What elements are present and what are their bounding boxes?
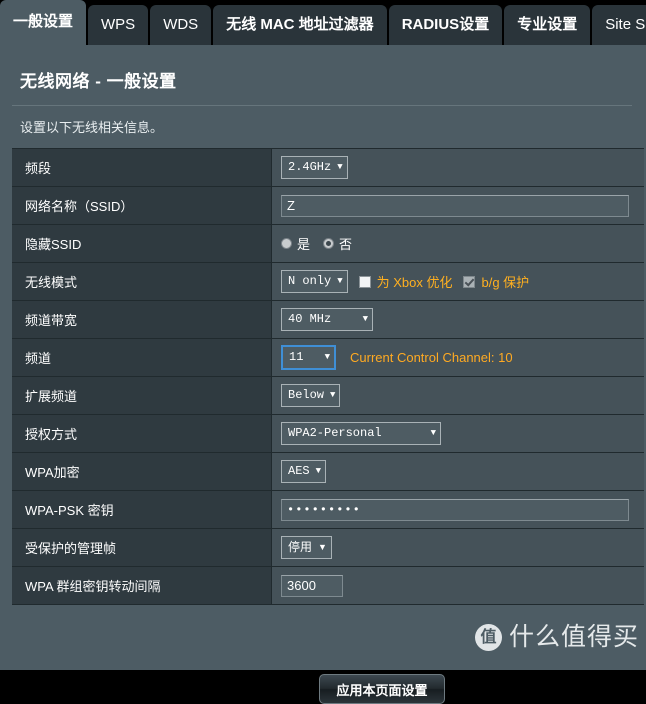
current-control-channel-note: Current Control Channel: 10: [350, 350, 513, 365]
table-row-group-key-interval: WPA 群组密钥转动间隔: [12, 567, 644, 605]
ssid-input[interactable]: [281, 194, 629, 217]
table-row-hide-ssid: 隐藏SSID 是 否: [12, 225, 644, 263]
chevron-down-icon: ▼: [362, 314, 368, 324]
tab-mac-filter[interactable]: 无线 MAC 地址过滤器: [213, 5, 387, 45]
row-label: WPA 群组密钥转动间隔: [12, 567, 272, 604]
hide-ssid-radio-group: 是 否: [281, 234, 360, 253]
watermark-text: 什么值得买: [509, 623, 640, 651]
wpa-encryption-select-value: AES: [288, 464, 310, 478]
hide-ssid-no-label: 否: [339, 237, 353, 252]
channel-select-value: 11: [289, 350, 304, 364]
row-value: 2.4GHz ▼: [272, 149, 644, 186]
chevron-down-icon: ▼: [330, 390, 336, 400]
table-row-auth-method: 授权方式 WPA2-Personal ▼: [12, 415, 644, 453]
table-row-wpa-encryption: WPA加密 AES ▼: [12, 453, 644, 491]
tab-site-survey[interactable]: Site Survey: [592, 5, 646, 45]
bandwidth-select[interactable]: 40 MHz ▼: [281, 308, 373, 331]
auth-method-select[interactable]: WPA2-Personal ▼: [281, 422, 441, 445]
bg-protection-label: b/g 保护: [481, 275, 530, 290]
wpa-psk-input[interactable]: [281, 498, 629, 521]
row-label: 网络名称（SSID）: [12, 187, 272, 224]
smzdm-logo-icon: 值: [475, 624, 502, 651]
tab-label: WPS: [101, 16, 136, 33]
table-row-channel: 频道 11 ▼ Current Control Channel: 10: [12, 339, 644, 377]
tab-bar: 一般设置 WPS WDS 无线 MAC 地址过滤器 RADIUS设置 专业设置 …: [0, 0, 646, 45]
row-value: [272, 567, 644, 604]
page-description: 设置以下无线相关信息。: [20, 120, 164, 135]
bandwidth-select-value: 40 MHz: [288, 312, 332, 326]
settings-table: 频段 2.4GHz ▼ 网络名称（SSID） 隐藏SSID: [12, 148, 644, 605]
tab-professional-settings[interactable]: 专业设置: [504, 5, 591, 45]
row-label: 隐藏SSID: [12, 225, 272, 262]
tab-label: RADIUS设置: [401, 16, 490, 33]
row-value: 11 ▼ Current Control Channel: 10: [272, 339, 644, 376]
table-row-band: 频段 2.4GHz ▼: [12, 149, 644, 187]
row-value: 是 否: [272, 225, 644, 262]
tab-label: 专业设置: [517, 16, 578, 33]
row-label: 频道: [12, 339, 272, 376]
hide-ssid-radio-yes[interactable]: [281, 238, 292, 249]
pmf-select[interactable]: 停用 ▼: [281, 536, 332, 559]
chevron-down-icon: ▼: [430, 428, 436, 438]
table-row-bandwidth: 频道带宽 40 MHz ▼: [12, 301, 644, 339]
tab-wps[interactable]: WPS: [88, 5, 149, 45]
row-value: 停用 ▼: [272, 529, 644, 566]
tab-label: Site Survey: [605, 16, 646, 33]
table-row-extension-channel: 扩展频道 Below ▼: [12, 377, 644, 415]
chevron-down-icon: ▼: [337, 162, 343, 172]
chevron-down-icon: ▼: [315, 466, 322, 476]
tab-radius-settings[interactable]: RADIUS设置: [388, 5, 503, 45]
apply-settings-button[interactable]: 应用本页面设置: [319, 674, 445, 704]
row-value: N only ▼ 为 Xbox 优化 b/g 保护: [272, 263, 644, 300]
bg-protection-checkbox[interactable]: [463, 275, 476, 288]
tab-wds[interactable]: WDS: [150, 5, 212, 45]
row-value: AES ▼: [272, 453, 644, 490]
tab-label: 一般设置: [13, 13, 74, 30]
table-row-wpa-psk: WPA-PSK 密钥: [12, 491, 644, 529]
row-label: 频道带宽: [12, 301, 272, 338]
row-label: 无线模式: [12, 263, 272, 300]
tab-label: 无线 MAC 地址过滤器: [226, 16, 374, 33]
hide-ssid-yes-label: 是: [297, 237, 311, 252]
row-label: 授权方式: [12, 415, 272, 452]
apply-settings-label: 应用本页面设置: [336, 682, 428, 698]
extension-channel-select-value: Below: [288, 388, 325, 402]
tab-label: WDS: [163, 16, 199, 33]
row-label: WPA加密: [12, 453, 272, 490]
row-value: WPA2-Personal ▼: [272, 415, 644, 452]
table-row-ssid: 网络名称（SSID）: [12, 187, 644, 225]
row-value: [272, 491, 644, 528]
extension-channel-select[interactable]: Below ▼: [281, 384, 341, 407]
row-label: 受保护的管理帧: [12, 529, 272, 566]
hide-ssid-radio-no[interactable]: [323, 238, 335, 249]
table-row-protected-management-frames: 受保护的管理帧 停用 ▼: [12, 529, 644, 567]
wireless-mode-select-value: N only: [288, 274, 332, 288]
tab-general-settings[interactable]: 一般设置: [0, 0, 87, 45]
row-label: 扩展频道: [12, 377, 272, 414]
row-label: 频段: [12, 149, 272, 186]
channel-select[interactable]: 11 ▼: [281, 345, 336, 370]
watermark: 值 什么值得买: [475, 624, 639, 651]
wpa-encryption-select[interactable]: AES ▼: [281, 460, 327, 483]
settings-page: 无线网络 - 一般设置 设置以下无线相关信息。 频段 2.4GHz ▼ 网络名称…: [0, 45, 646, 704]
title-divider: [12, 105, 632, 106]
group-key-interval-input[interactable]: [281, 574, 343, 597]
page-title: 无线网络 - 一般设置: [20, 72, 177, 91]
band-select-value: 2.4GHz: [288, 160, 332, 174]
row-value: Below ▼: [272, 377, 644, 414]
row-value: [272, 187, 644, 224]
band-select[interactable]: 2.4GHz ▼: [281, 156, 348, 179]
table-row-wireless-mode: 无线模式 N only ▼ 为 Xbox 优化 b/g 保护: [12, 263, 644, 301]
router-admin-page: 一般设置 WPS WDS 无线 MAC 地址过滤器 RADIUS设置 专业设置 …: [0, 0, 646, 704]
wireless-mode-select[interactable]: N only ▼: [281, 270, 348, 293]
chevron-down-icon: ▼: [337, 276, 343, 286]
auth-method-select-value: WPA2-Personal: [288, 426, 382, 440]
optimize-for-xbox-checkbox[interactable]: [358, 275, 371, 288]
row-label: WPA-PSK 密钥: [12, 491, 272, 528]
chevron-down-icon: ▼: [324, 352, 330, 362]
pmf-select-value: 停用: [288, 540, 313, 554]
optimize-for-xbox-label: 为 Xbox 优化: [376, 275, 453, 290]
chevron-down-icon: ▼: [318, 542, 327, 552]
row-value: 40 MHz ▼: [272, 301, 644, 338]
